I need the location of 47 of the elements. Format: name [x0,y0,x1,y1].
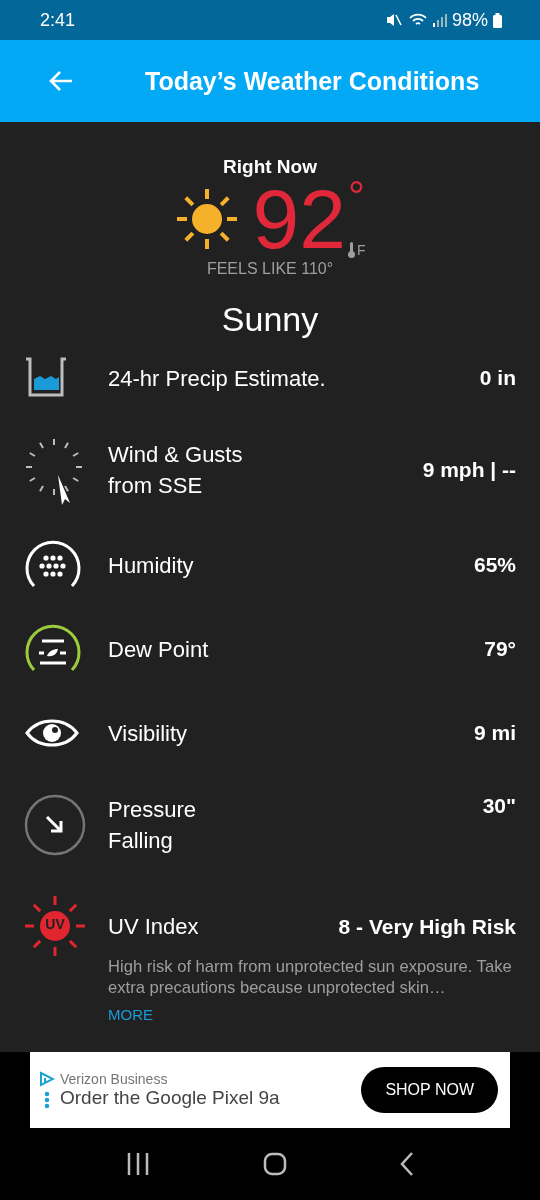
feels-like: FEELS LIKE 110° [206,260,334,278]
screen-title: Today’s Weather Conditions [145,66,480,96]
degree-sign: ° [347,180,366,214]
row-label: Pressure [108,796,197,824]
temperature-unit: F [356,242,366,258]
condition: Sunny [221,300,319,339]
row-value: 9 mi [473,721,516,745]
eye-icon [24,717,80,749]
wifi-icon [407,12,428,28]
dew-point-icon [24,624,82,674]
more-options-icon[interactable] [44,1091,50,1109]
row-value: 30" [482,794,516,818]
home-icon[interactable] [263,1152,287,1176]
arrow-circle-icon [24,794,86,856]
section-heading: Right Now [223,156,317,178]
row-value: 0 in [479,366,516,390]
back-arrow-icon[interactable] [48,70,74,92]
row-sublabel: Falling [108,827,174,855]
mute-icon [384,12,403,28]
row-value: 8 - Very High Risk [338,914,516,939]
row-label: Visibility [108,719,188,748]
advertiser: Verizon Business [60,1071,169,1087]
more-link[interactable]: MORE [108,1006,516,1023]
row-label: Humidity [108,551,194,580]
row-value: 9 mph | -- [422,458,516,482]
ad-choices-icon[interactable] [39,1071,55,1087]
humidity-icon [24,540,82,590]
battery-icon [493,12,502,28]
signal-icon [432,13,447,27]
row-value: 79° [484,637,516,661]
shop-now-button[interactable]: SHOP NOW [361,1067,498,1113]
rain-gauge-icon [24,357,68,399]
ad-headline: Order the Google Pixel 9a [60,1087,281,1109]
battery-percent: 98% [451,9,488,31]
temperature: 92 [252,180,346,258]
ad-banner[interactable]: Verizon Business Order the Google Pixel 9a SHOP NOW [30,1052,510,1128]
description: High risk of harm from unprotected sun exposure. Take extra precautions because unprotected skin… [108,956,513,998]
status-time: 2:41 [40,9,76,31]
row-label: 24-hr Precip Estimate. [108,364,326,393]
recent-apps-icon[interactable] [126,1152,151,1176]
row-sublabel: from SSE [108,472,204,500]
row-value: 65% [473,553,516,577]
thermometer-icon [347,242,355,258]
row-label: Wind & Gusts [108,441,243,469]
back-nav-icon[interactable] [399,1152,414,1176]
row-label: UV Index [108,913,199,941]
row-label: Dew Point [108,635,209,664]
